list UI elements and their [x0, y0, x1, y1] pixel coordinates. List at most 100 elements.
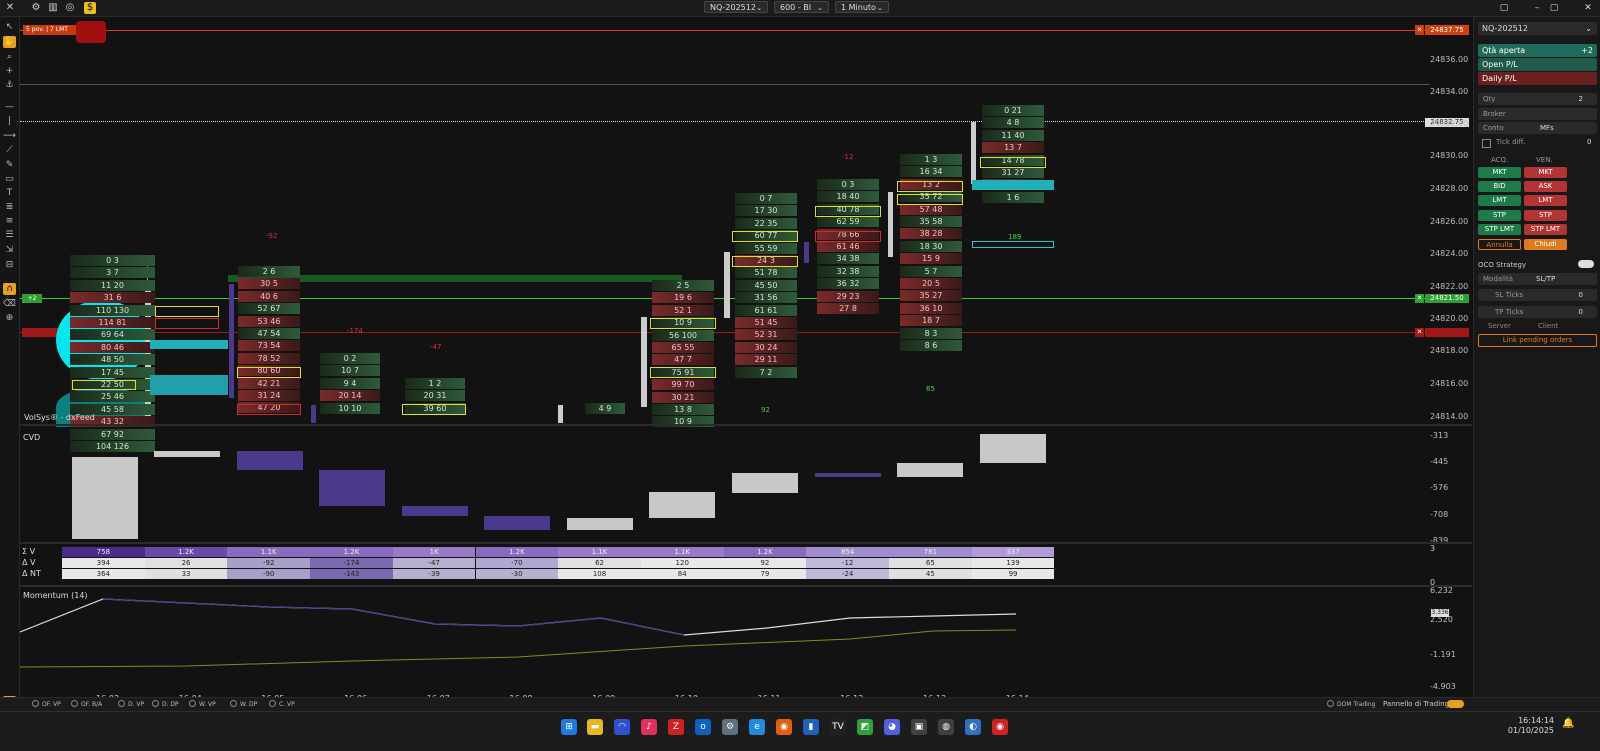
stats-cell: 26 [144, 558, 228, 568]
camera-icon[interactable]: ▣ [911, 719, 927, 735]
order-close-icon[interactable]: ✕ [1415, 25, 1424, 35]
profile-radio[interactable]: OF. VP [32, 700, 61, 708]
close-icon[interactable]: ✕ [4, 2, 16, 14]
vertical-line-icon[interactable]: | [3, 115, 16, 127]
cursor-icon[interactable]: ↖ [3, 21, 16, 33]
ruler-icon[interactable]: ⊟ [3, 259, 16, 271]
lines-icon[interactable]: ≡ [3, 215, 16, 227]
qty-field[interactable]: Qty 2 [1478, 93, 1597, 105]
start-icon[interactable]: ⊞ [561, 719, 577, 735]
sl-ticks-field[interactable]: SL Ticks 0 [1478, 289, 1597, 301]
timeframe-select[interactable]: 1 Minuto ⌄ [835, 1, 889, 13]
annulla-button[interactable]: Annulla [1478, 239, 1521, 250]
text-icon[interactable]: T [3, 187, 16, 199]
eraser-icon[interactable]: ⌫ [3, 298, 16, 310]
chart-app-icon[interactable]: ◩ [857, 719, 873, 735]
footprint-cell: 0 3 [70, 255, 155, 266]
footprint-cell: 18 7 [900, 315, 962, 327]
broker-field[interactable]: Broker [1478, 108, 1597, 120]
settings-icon[interactable]: ⚙ [722, 719, 738, 735]
tp-ticks-field[interactable]: TP Ticks 0 [1478, 306, 1597, 318]
hand-icon[interactable]: ✋ [3, 36, 16, 48]
dom-trading-radio[interactable]: DOM Trading [1327, 700, 1375, 708]
ray-icon[interactable]: ⟶ [3, 130, 16, 142]
pencil-icon[interactable]: ✎ [3, 159, 16, 171]
buy-lmt-button[interactable]: LMT [1478, 195, 1521, 206]
buy-stp-lmt-button[interactable]: STP LMT [1478, 224, 1521, 235]
account-select[interactable]: NQ-202512 ⌄ [1478, 22, 1597, 35]
discord-icon[interactable]: ◕ [884, 719, 900, 735]
link-pending-orders-button[interactable]: Link pending orders [1478, 334, 1597, 347]
profile-radio[interactable]: OF. B/A [71, 700, 102, 708]
rectangle-icon[interactable]: ▭ [3, 173, 16, 185]
firefox-icon[interactable]: ◉ [776, 719, 792, 735]
bar-chart-icon[interactable]: ▥ [47, 2, 59, 14]
trend-line-icon[interactable]: ⟋ [3, 144, 16, 156]
buy-stp-button[interactable]: STP [1478, 210, 1521, 221]
account-value: NQ-202512 [1482, 24, 1528, 33]
instrument-select[interactable]: NQ-202512 ⌄ [704, 1, 768, 13]
target-icon[interactable]: ◎ [64, 2, 76, 14]
restore-icon[interactable]: ▢ [1498, 2, 1510, 14]
server-radio[interactable]: Server [1488, 322, 1511, 330]
client-radio[interactable]: Client [1538, 322, 1558, 330]
edge-icon[interactable]: e [749, 719, 765, 735]
profile-radio[interactable]: D. DP [152, 700, 179, 708]
list-icon[interactable]: ☰ [3, 229, 16, 241]
zoom-icon[interactable]: ⌕ [3, 51, 16, 63]
crosshair-icon[interactable]: + [3, 65, 16, 77]
folder-icon[interactable]: ▬ [587, 719, 603, 735]
profile-radio[interactable]: W. VP [189, 700, 216, 708]
modalita-select[interactable]: Modalità SL/TP [1478, 273, 1597, 285]
tick-diff-checkbox[interactable] [1482, 139, 1491, 148]
order-line[interactable] [20, 30, 1430, 31]
pane-separator[interactable] [20, 542, 1472, 544]
fib-icon[interactable]: ≣ [3, 201, 16, 213]
profile-radio[interactable]: W. DP [230, 700, 257, 708]
stop-close-icon[interactable]: ✕ [1415, 328, 1424, 337]
buy-bid-button[interactable]: BID [1478, 181, 1521, 192]
chiudi-button[interactable]: Chiudi [1524, 239, 1567, 250]
dollar-icon[interactable]: $ [84, 2, 96, 14]
position-close-icon[interactable]: ✕ [1415, 294, 1424, 303]
lock-icon[interactable]: ⊕ [3, 312, 16, 324]
record-icon[interactable]: ◉ [992, 719, 1008, 735]
notification-icon[interactable]: 🔔 [1562, 718, 1574, 729]
footprint-cell: 52 1 [652, 304, 714, 316]
stats-cell: 139 [971, 558, 1055, 568]
music-icon[interactable]: ♪ [641, 719, 657, 735]
chart-area[interactable]: 5 pov. | 7 LMT ✕ 24837.75 24832.75 +2 ✕ … [20, 17, 1472, 709]
tradingview-icon[interactable]: TV [830, 719, 846, 735]
conto-field[interactable]: Conto MFs [1478, 122, 1597, 134]
stats-cell: 1.1K [227, 547, 311, 557]
browser-icon[interactable]: ◐ [965, 719, 981, 735]
app-icon[interactable]: ◠ [614, 719, 630, 735]
profile-radio[interactable]: C. VP [269, 700, 295, 708]
sell-mkt-button[interactable]: MKT [1524, 167, 1567, 178]
bar-type-select[interactable]: 600 - BI ⌄ [774, 1, 829, 13]
oco-toggle[interactable] [1578, 260, 1594, 268]
footprint-cell: 47 7 [652, 354, 714, 366]
horizontal-line-icon[interactable]: — [3, 101, 16, 113]
magnet-icon[interactable]: ∩ [3, 283, 16, 295]
anchor-icon[interactable]: ⚓ [3, 79, 16, 91]
sell-stp-lmt-button[interactable]: STP LMT [1524, 224, 1567, 235]
pane-separator[interactable] [20, 424, 1472, 426]
sell-lmt-button[interactable]: LMT [1524, 195, 1567, 206]
tool-icon[interactable]: ◍ [938, 719, 954, 735]
trading-app-icon[interactable]: ▮ [803, 719, 819, 735]
footprint-cell: 104 126 [70, 441, 155, 452]
maximize-icon[interactable]: ▢ [1548, 2, 1560, 14]
filezilla-icon[interactable]: Z [668, 719, 684, 735]
buy-mkt-button[interactable]: MKT [1478, 167, 1521, 178]
sell-stp-button[interactable]: STP [1524, 210, 1567, 221]
position-qty-tag[interactable]: +2 [22, 294, 42, 303]
profile-radio[interactable]: D. VP [118, 700, 144, 708]
sell-ask-button[interactable]: ASK [1524, 181, 1567, 192]
measure-icon[interactable]: ⇲ [3, 244, 16, 256]
minimize-icon[interactable]: – [1531, 2, 1543, 14]
pannello-toggle[interactable] [1447, 700, 1464, 708]
window-close-icon[interactable]: ✕ [1582, 2, 1594, 14]
outlook-icon[interactable]: o [695, 719, 711, 735]
settings-sliders-icon[interactable]: ⚙ [30, 2, 42, 14]
